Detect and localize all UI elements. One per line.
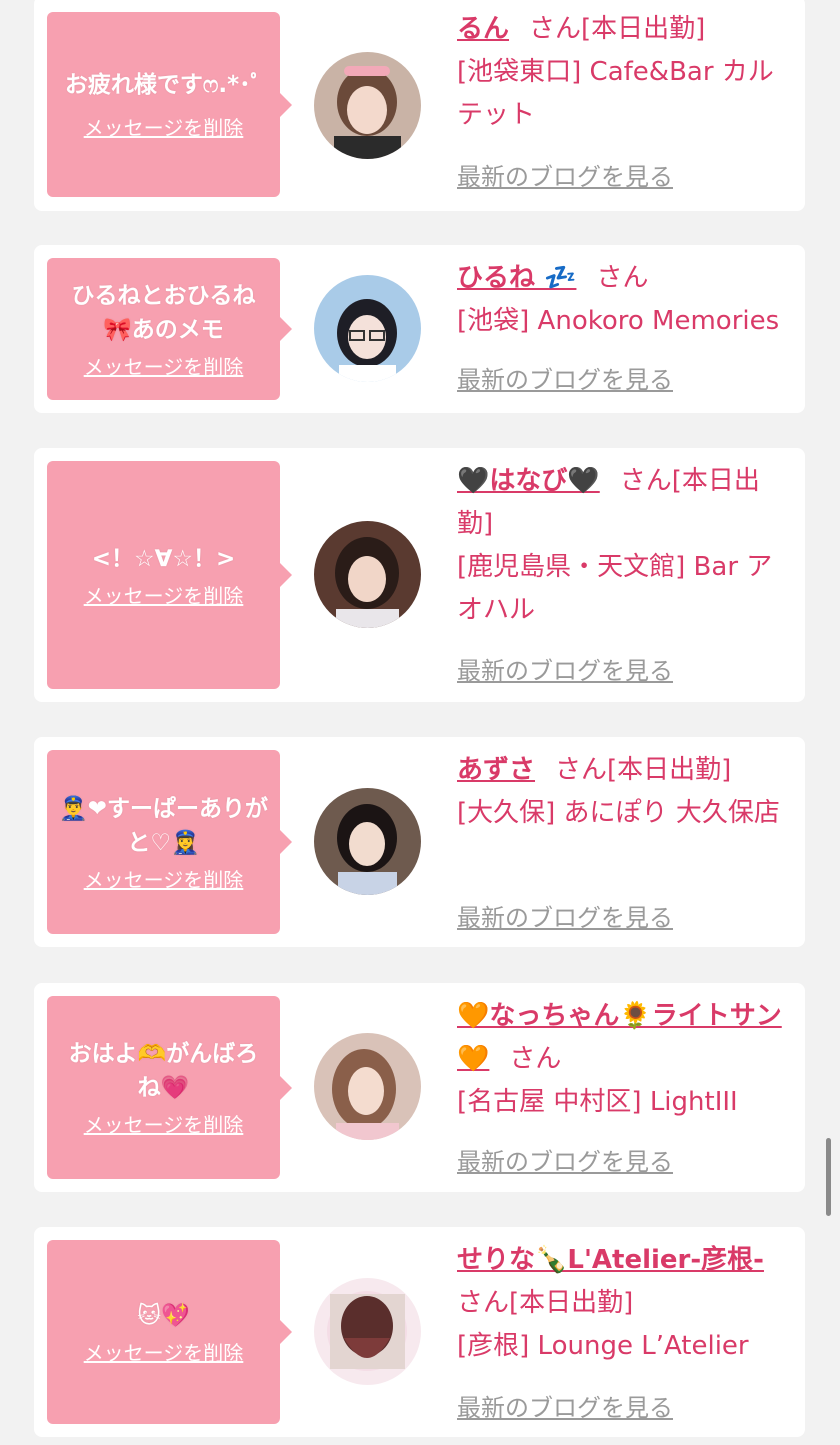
delete-message-link[interactable]: メッセージを削除 — [84, 112, 244, 141]
profile-info: せりな🍾L'Atelier-彦根- さん[本日出勤] [彦根] Lounge L… — [457, 1239, 787, 1368]
message-bubble: お疲れ様ですෆ.*･ﾟ メッセージを削除 — [47, 12, 292, 197]
favorite-card: 🐱💖 メッセージを削除 せりな🍾L'Atelier-彦根- さん[本日出勤] [… — [34, 1227, 805, 1437]
avatar[interactable] — [314, 788, 421, 895]
status-badge: [本日出勤] — [509, 1288, 634, 1318]
honorific: さん — [457, 1288, 510, 1318]
honorific: さん — [619, 466, 672, 496]
avatar[interactable] — [314, 275, 421, 382]
favorite-card: お疲れ様ですෆ.*･ﾟ メッセージを削除 るん さん[本日出勤] [池袋東口] C… — [34, 0, 805, 211]
shop-location: [大久保] あにぽり 大久保店 — [457, 798, 780, 828]
profile-name-link[interactable]: あずさ — [457, 755, 535, 785]
shop-location: [池袋] Anokoro Memories — [457, 306, 780, 336]
profile-name-link[interactable]: るん — [457, 14, 509, 44]
scrollbar[interactable] — [826, 1138, 831, 1216]
bubble-message-text: お疲れ様ですෆ.*･ﾟ — [64, 72, 263, 98]
profile-info: るん さん[本日出勤] [池袋東口] Cafe&Bar カルテット — [457, 8, 787, 137]
message-bubble: 👮‍♂️❤︎すーぱーありがと♡👮‍♀️ メッセージを削除 — [47, 750, 292, 934]
latest-blog-link[interactable]: 最新のブログを見る — [457, 650, 673, 693]
message-bubble: ひるねとおひるね🎀あのメモ メッセージを削除 — [47, 258, 292, 400]
latest-blog-link[interactable]: 最新のブログを見る — [457, 897, 673, 940]
bubble-message-text: おはよ🫶がんばろね💗 — [68, 1041, 259, 1101]
latest-blog-link[interactable]: 最新のブログを見る — [457, 156, 673, 199]
profile-name-link[interactable]: ひるね 💤 — [457, 263, 576, 293]
favorite-card: <！☆∀☆！> メッセージを削除 🖤はなび🖤 さん[本日出勤] [鹿児島県・天文館… — [34, 448, 805, 702]
avatar[interactable] — [314, 521, 421, 628]
favorite-card: 👮‍♂️❤︎すーぱーありがと♡👮‍♀️ メッセージを削除 あずさ さん[本日出勤]… — [34, 737, 805, 947]
latest-blog-link[interactable]: 最新のブログを見る — [457, 1387, 673, 1430]
bubble-message-text: <！☆∀☆！> — [91, 545, 236, 572]
delete-message-link[interactable]: メッセージを削除 — [84, 1337, 244, 1366]
message-bubble: おはよ🫶がんばろね💗 メッセージを削除 — [47, 996, 292, 1179]
profile-name-link[interactable]: 🖤はなび🖤 — [457, 466, 600, 496]
latest-blog-link[interactable]: 最新のブログを見る — [457, 359, 673, 402]
profile-info: ひるね 💤 さん [池袋] Anokoro Memories — [457, 257, 787, 343]
favorite-card: ひるねとおひるね🎀あのメモ メッセージを削除 ひるね 💤 さん [池袋] Anok… — [34, 245, 805, 413]
honorific: さん — [555, 755, 608, 785]
profile-info: あずさ さん[本日出勤] [大久保] あにぽり 大久保店 — [457, 749, 787, 835]
message-bubble: <！☆∀☆！> メッセージを削除 — [47, 461, 292, 689]
latest-blog-link[interactable]: 最新のブログを見る — [457, 1141, 673, 1184]
profile-info: 🖤はなび🖤 さん[本日出勤] [鹿児島県・天文館] Bar アオハル — [457, 460, 787, 632]
profile-info: 🧡なっちゃん🌻ライトサン🧡 さん [名古屋 中村区] LightIII — [457, 995, 787, 1124]
message-bubble: 🐱💖 メッセージを削除 — [47, 1240, 292, 1424]
delete-message-link[interactable]: メッセージを削除 — [84, 1109, 244, 1138]
status-badge: [本日出勤] — [607, 755, 732, 785]
favorite-card: おはよ🫶がんばろね💗 メッセージを削除 🧡なっちゃん🌻ライトサン🧡 さん [名古屋… — [34, 983, 805, 1192]
honorific: さん — [596, 263, 649, 293]
shop-location: [彦根] Lounge L’Atelier — [457, 1331, 749, 1361]
avatar[interactable] — [314, 1278, 421, 1385]
avatar[interactable] — [314, 1033, 421, 1140]
shop-location: [池袋東口] Cafe&Bar カルテット — [457, 57, 774, 130]
bubble-message-text: 👮‍♂️❤︎すーぱーありがと♡👮‍♀️ — [59, 795, 268, 856]
delete-message-link[interactable]: メッセージを削除 — [84, 864, 244, 893]
avatar[interactable] — [314, 52, 421, 159]
delete-message-link[interactable]: メッセージを削除 — [84, 351, 244, 380]
bubble-message-text: ひるねとおひるね🎀あのメモ — [71, 282, 256, 343]
profile-name-link[interactable]: 🧡なっちゃん🌻ライトサン🧡 — [457, 1001, 782, 1074]
delete-message-link[interactable]: メッセージを削除 — [84, 580, 244, 609]
honorific: さん — [509, 1044, 562, 1074]
honorific: さん — [529, 14, 582, 44]
profile-name-link[interactable]: せりな🍾L'Atelier-彦根- — [457, 1245, 764, 1275]
shop-location: [名古屋 中村区] LightIII — [457, 1087, 738, 1117]
status-badge: [本日出勤] — [581, 14, 706, 44]
shop-location: [鹿児島県・天文館] Bar アオハル — [457, 552, 773, 625]
bubble-message-text: 🐱💖 — [137, 1302, 190, 1329]
